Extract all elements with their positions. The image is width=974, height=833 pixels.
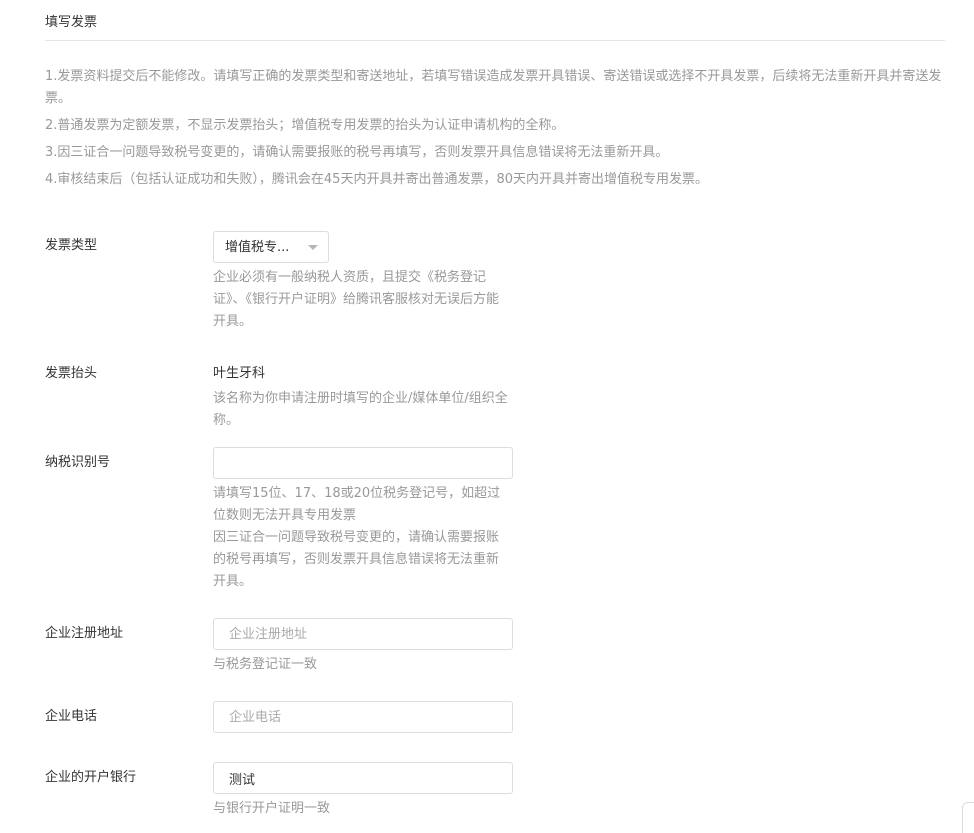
bank-field bbox=[213, 762, 513, 794]
invoice-type-help-text: 企业必须有一般纳税人资质，且提交《税务登记证》、《银行开户证明》给腾讯客服核对无… bbox=[213, 267, 511, 333]
invoice-title-label: 发票抬头 bbox=[45, 365, 97, 383]
tax-id-help: 请填写15位、17、18或20位税务登记号，如超过位数则无法开具专用发票 因三证… bbox=[213, 483, 511, 593]
note-1: 1.发票资料提交后不能修改。请填写正确的发票类型和寄送地址，若填写错误造成发票开… bbox=[45, 66, 945, 110]
tax-id-help-text-2: 因三证合一问题导致税号变更的，请确认需要报账的税号再填写，否则发票开具信息错误将… bbox=[213, 527, 511, 593]
bank-label: 企业的开户银行 bbox=[45, 769, 136, 787]
floating-panel-edge[interactable] bbox=[962, 802, 974, 833]
invoice-type-help: 企业必须有一般纳税人资质，且提交《税务登记证》、《银行开户证明》给腾讯客服核对无… bbox=[213, 267, 511, 333]
address-input[interactable] bbox=[214, 619, 512, 649]
note-3: 3.因三证合一问题导致税号变更的，请确认需要报账的税号再填写，否则发票开具信息错… bbox=[45, 142, 945, 164]
phone-input[interactable] bbox=[214, 702, 512, 732]
title-divider bbox=[45, 40, 945, 41]
address-field bbox=[213, 618, 513, 650]
invoice-title-help: 该名称为你申请注册时填写的企业/媒体单位/组织全称。 bbox=[213, 388, 511, 432]
invoice-title-value: 叶生牙科 bbox=[213, 365, 265, 383]
note-2: 2.普通发票为定额发票，不显示发票抬头；增值税专用发票的抬头为认证申请机构的全称… bbox=[45, 115, 945, 137]
bank-help: 与银行开户证明一致 bbox=[213, 798, 513, 820]
instructions: 1.发票资料提交后不能修改。请填写正确的发票类型和寄送地址，若填写错误造成发票开… bbox=[45, 66, 945, 196]
note-4: 4.审核结束后（包括认证成功和失败），腾讯会在45天内开具并寄出普通发票，80天… bbox=[45, 169, 945, 191]
tax-id-help-text-1: 请填写15位、17、18或20位税务登记号，如超过位数则无法开具专用发票 bbox=[213, 483, 511, 527]
invoice-type-select[interactable]: 增值税专... bbox=[213, 231, 329, 263]
invoice-type-selected: 增值税专... bbox=[225, 239, 289, 257]
phone-label: 企业电话 bbox=[45, 708, 97, 726]
bank-input[interactable] bbox=[214, 763, 512, 793]
invoice-type-label: 发票类型 bbox=[45, 237, 97, 255]
address-label: 企业注册地址 bbox=[45, 625, 123, 643]
phone-field bbox=[213, 701, 513, 733]
invoice-title-help-text: 该名称为你申请注册时填写的企业/媒体单位/组织全称。 bbox=[213, 388, 511, 432]
chevron-down-icon bbox=[308, 245, 318, 250]
page-title: 填写发票 bbox=[45, 14, 97, 32]
tax-id-label: 纳税识别号 bbox=[45, 454, 110, 472]
tax-id-input[interactable] bbox=[214, 448, 512, 478]
tax-id-field bbox=[213, 447, 513, 479]
address-help: 与税务登记证一致 bbox=[213, 654, 513, 676]
